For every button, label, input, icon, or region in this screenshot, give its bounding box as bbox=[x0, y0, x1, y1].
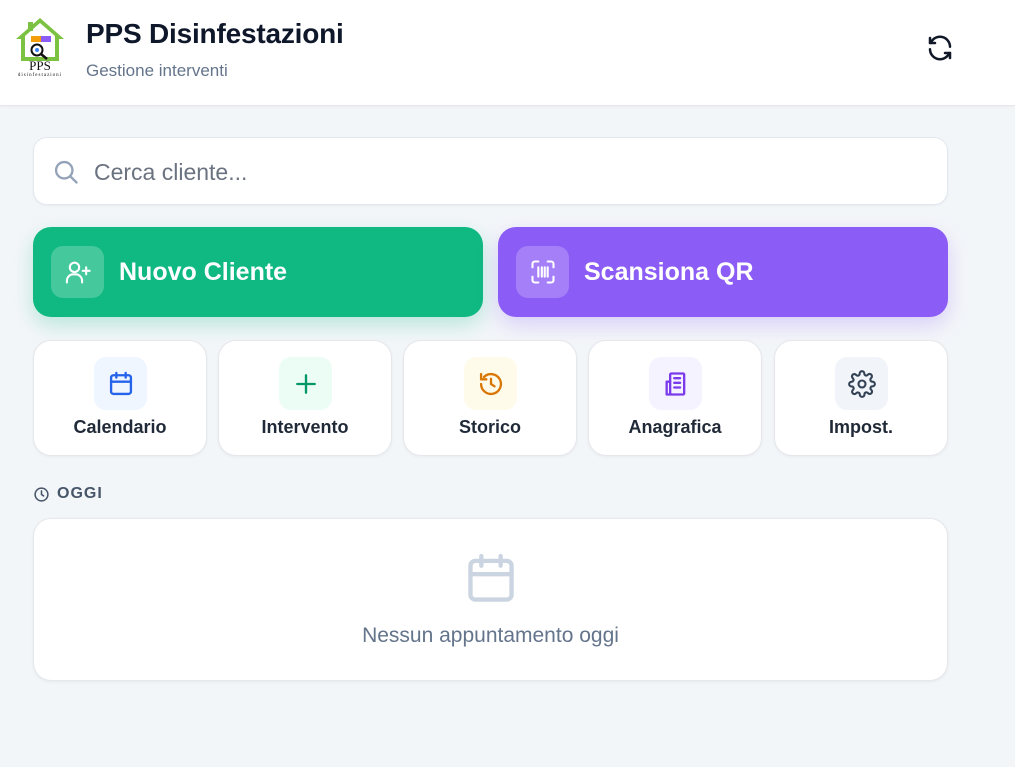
tile-intervention[interactable]: Intervento bbox=[218, 340, 392, 456]
gear-icon bbox=[847, 369, 876, 398]
today-section-header: OGGI bbox=[33, 484, 103, 504]
refresh-icon bbox=[928, 35, 952, 61]
tile-history[interactable]: Storico bbox=[403, 340, 577, 456]
tile-settings-label: Impost. bbox=[828, 417, 893, 437]
tile-calendar[interactable]: Calendario bbox=[33, 340, 207, 456]
scan-qr-label: Scansiona QR bbox=[584, 258, 754, 286]
building-icon bbox=[665, 371, 685, 396]
qr-scan-icon-box bbox=[516, 246, 569, 298]
svg-text:PPS: PPS bbox=[29, 58, 51, 73]
tile-intervention-label: Intervento bbox=[261, 417, 349, 437]
gear-icon-box bbox=[835, 357, 888, 410]
new-client-label: Nuovo Cliente bbox=[119, 258, 288, 286]
app-subtitle: Gestione interventi bbox=[86, 61, 228, 80]
building-icon-box bbox=[649, 357, 702, 410]
search-icon bbox=[54, 160, 78, 184]
user-plus-icon bbox=[65, 261, 91, 284]
calendar-icon bbox=[109, 371, 132, 395]
tile-registry[interactable]: Anagrafica bbox=[588, 340, 762, 456]
calendar-icon bbox=[468, 553, 514, 602]
today-section-label: OGGI bbox=[57, 485, 103, 502]
scan-qr-button[interactable]: Scansiona QR bbox=[498, 227, 948, 317]
app-header: PPS disinfestazioni PPS Disinfestazioni … bbox=[0, 0, 1015, 106]
calendar-icon-box bbox=[94, 357, 147, 410]
history-icon-box bbox=[464, 357, 517, 410]
user-plus-icon-box bbox=[51, 246, 104, 298]
history-icon bbox=[479, 372, 502, 395]
empty-state-text: Nessun appuntamento oggi bbox=[362, 624, 619, 647]
plus-icon bbox=[295, 373, 316, 394]
new-client-button[interactable]: Nuovo Cliente bbox=[33, 227, 483, 317]
house-bug-logo: PPS disinfestazioni bbox=[10, 15, 70, 78]
qr-scan-icon bbox=[530, 260, 555, 284]
plus-icon-box bbox=[279, 357, 332, 410]
search-input[interactable] bbox=[94, 148, 934, 196]
search-bar bbox=[33, 137, 948, 205]
tile-history-label: Storico bbox=[458, 417, 521, 437]
tile-calendar-label: Calendario bbox=[73, 417, 167, 437]
tile-registry-label: Anagrafica bbox=[628, 417, 722, 437]
refresh-button[interactable] bbox=[922, 30, 958, 66]
svg-text:disinfestazioni: disinfestazioni bbox=[18, 73, 62, 77]
clock-icon bbox=[34, 486, 49, 502]
app-title: PPS Disinfestazioni bbox=[86, 18, 344, 49]
tile-settings[interactable]: Impost. bbox=[774, 340, 948, 456]
today-appointments-card: Nessun appuntamento oggi bbox=[33, 518, 948, 681]
